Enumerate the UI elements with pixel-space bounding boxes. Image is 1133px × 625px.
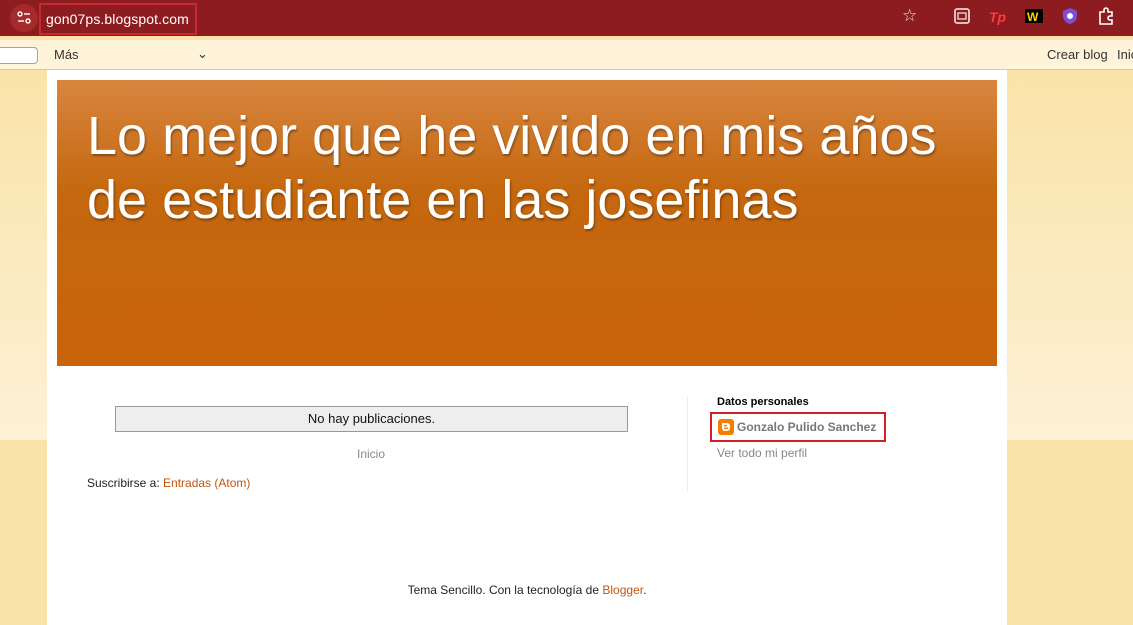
sidebar-title: Datos personales [717, 396, 809, 408]
chevron-down-icon[interactable]: ⌄ [197, 46, 208, 62]
blog-title[interactable]: Lo mejor que he vivido en mis años de es… [87, 104, 947, 232]
footer-end: . [643, 583, 647, 597]
address-bar[interactable]: gon07ps.blogspot.com [39, 3, 197, 35]
bookmark-star-icon[interactable]: ☆ [902, 6, 917, 26]
subscribe-prefix: Suscribirse a: [87, 476, 164, 490]
profile-highlight: Gonzalo Pulido Sanchez [710, 412, 886, 442]
create-blog-link[interactable]: Crear blog [1047, 47, 1108, 62]
footer-text: Tema Sencillo. Con la tecnología de [407, 583, 603, 597]
view-full-profile-link[interactable]: Ver todo mi perfil [717, 446, 807, 460]
atom-feed-link[interactable]: Entradas (Atom) [163, 476, 250, 490]
archive-extension-icon[interactable] [952, 6, 972, 26]
navbar-more-menu[interactable]: Más [54, 47, 79, 62]
tp-extension-icon[interactable]: Tp [988, 6, 1008, 26]
login-link[interactable]: Inic [1117, 47, 1133, 62]
column-divider [687, 396, 688, 492]
navbar-search-input[interactable] [0, 47, 38, 64]
blogger-link[interactable]: Blogger [602, 583, 643, 597]
browser-toolbar: gon07ps.blogspot.com ☆ Tp W [0, 0, 1133, 36]
url-text: gon07ps.blogspot.com [46, 11, 189, 27]
blog-content: Lo mejor que he vivido en mis años de es… [47, 70, 1007, 625]
puzzle-extensions-icon[interactable] [1096, 6, 1116, 26]
blog-header: Lo mejor que he vivido en mis años de es… [57, 80, 997, 366]
site-info-icon [17, 11, 31, 24]
site-info-button[interactable] [10, 4, 38, 32]
blogger-navbar: Más ⌄ Crear blog Inic [0, 40, 1133, 70]
shield-extension-icon[interactable] [1060, 6, 1080, 26]
no-posts-message: No hay publicaciones. [115, 406, 628, 432]
svg-text:Tp: Tp [989, 9, 1007, 25]
blogger-logo-icon [718, 419, 734, 435]
svg-text:W: W [1027, 10, 1039, 24]
profile-name-link[interactable]: Gonzalo Pulido Sanchez [737, 420, 876, 434]
subscribe-line: Suscribirse a: Entradas (Atom) [87, 476, 250, 490]
w-extension-icon[interactable]: W [1024, 6, 1044, 26]
home-link[interactable]: Inicio [357, 447, 385, 461]
footer: Tema Sencillo. Con la tecnología de Blog… [47, 583, 1007, 597]
